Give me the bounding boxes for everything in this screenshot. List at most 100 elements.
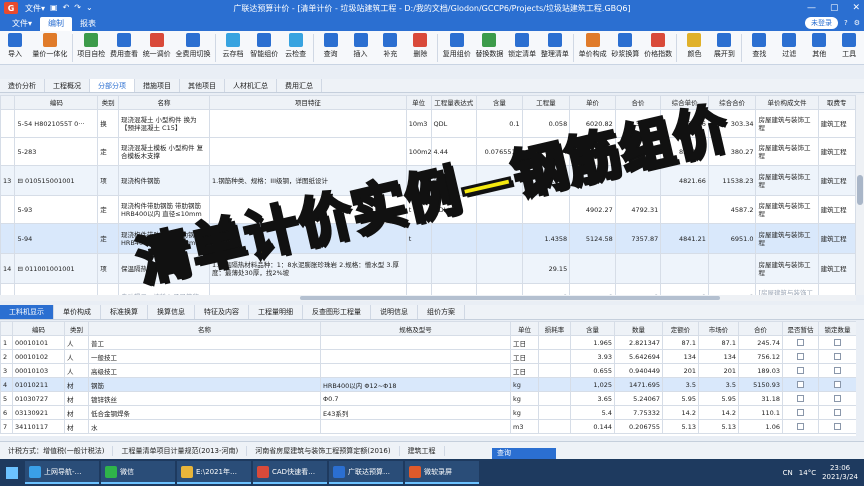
unit[interactable]: m3 <box>510 419 539 434</box>
material-spec[interactable]: HRB400以内 Φ12~Φ18 <box>320 377 511 392</box>
column-header[interactable]: 单价 <box>569 95 616 110</box>
content[interactable]: 1.965 <box>570 335 615 350</box>
tab-工料机显示[interactable]: 工料机显示 <box>0 305 54 319</box>
ribbon-button-integration[interactable]: 量价一体化 <box>30 31 70 65</box>
lock-quantity-checkbox[interactable] <box>834 395 841 402</box>
market-price[interactable]: 5.95 <box>698 391 739 406</box>
lock-quantity-cell[interactable] <box>818 391 856 406</box>
ribbon-button-cloud-check[interactable]: 云检查 <box>281 31 311 65</box>
material-row[interactable]: 1 00010101 人普工 工日 1.965 2.821347 87.1 87.1 245.7… <box>0 335 856 350</box>
content[interactable]: 5.4 <box>570 405 615 420</box>
lock-quantity-checkbox[interactable] <box>834 339 841 346</box>
column-header[interactable] <box>0 321 13 336</box>
loss-rate[interactable] <box>538 419 571 434</box>
ribbon-button-replace[interactable]: 替换数据 <box>473 31 506 65</box>
loss-rate[interactable] <box>538 349 571 364</box>
provisional-checkbox[interactable] <box>797 367 804 374</box>
total-price[interactable]: 1.06 <box>738 419 783 434</box>
column-header[interactable]: 规格及型号 <box>320 321 511 336</box>
tab-工程概况[interactable]: 工程概况 <box>45 79 90 92</box>
close-button[interactable]: ✕ <box>852 3 860 13</box>
column-header[interactable]: 含量 <box>476 95 523 110</box>
save-icon[interactable]: ▣ <box>50 3 58 14</box>
column-header[interactable]: 名称 <box>88 321 321 336</box>
quantity[interactable]: 1471.695 <box>614 377 663 392</box>
content[interactable]: 0.144 <box>570 419 615 434</box>
unit[interactable]: 工日 <box>510 335 539 350</box>
lock-quantity-checkbox[interactable] <box>834 423 841 430</box>
column-header[interactable]: 市场价 <box>698 321 739 336</box>
column-header[interactable]: 编码 <box>14 95 99 110</box>
tab-造价分析[interactable]: 造价分析 <box>0 79 45 92</box>
column-header[interactable]: 单位 <box>405 95 432 110</box>
quota-price[interactable]: 5.95 <box>662 391 699 406</box>
horizontal-scrollbar[interactable] <box>0 295 856 301</box>
tab-措施项目[interactable]: 措施项目 <box>135 79 180 92</box>
bill-item-row[interactable]: 14 ⊟ 011001001001 项保温隔热屋面 1.保温隔热材料品种：1：8水泥膨… <box>0 253 856 284</box>
help-icon[interactable]: ? <box>844 19 848 27</box>
column-header[interactable]: 类别 <box>64 321 89 336</box>
material-spec[interactable] <box>320 419 511 434</box>
provisional-checkbox[interactable] <box>797 353 804 360</box>
material-row[interactable]: 5 01030727 材镀锌铁丝 Φ0.7 kg 3.65 5.24067 5.95 5.95 3… <box>0 391 856 406</box>
input-method-indicator[interactable]: CN <box>783 469 793 477</box>
content[interactable]: 1,025 <box>570 377 615 392</box>
quantity[interactable]: 5.642694 <box>614 349 663 364</box>
ribbon-button-switch[interactable]: 全费用切换 <box>173 31 213 65</box>
weather-temperature[interactable]: 14°C <box>799 469 816 477</box>
start-button[interactable] <box>0 459 24 486</box>
item-feature[interactable] <box>209 109 407 138</box>
tab-费用汇总[interactable]: 费用汇总 <box>277 79 322 92</box>
unit[interactable]: 工日 <box>510 349 539 364</box>
loss-rate[interactable] <box>538 377 571 392</box>
content[interactable]: 3.65 <box>570 391 615 406</box>
material-row[interactable]: 4 01010211 材钢筋 HRB400以内 Φ12~Φ18 kg 1,025 1471.… <box>0 377 856 392</box>
lock-quantity-cell[interactable] <box>818 405 856 420</box>
column-header[interactable]: 定额价 <box>662 321 699 336</box>
taskbar-app[interactable]: CAD快速看… <box>253 461 327 484</box>
provisional-estimate-cell[interactable] <box>782 335 819 350</box>
quantity[interactable]: 0.206755 <box>614 419 663 434</box>
ribbon-button-organize[interactable]: 整理清单 <box>539 31 572 65</box>
tab-工程量明细[interactable]: 工程量明细 <box>249 305 303 319</box>
tab-标准换算[interactable]: 标准换算 <box>101 305 148 319</box>
ribbon-button-other[interactable]: 其他 <box>804 31 834 65</box>
column-header[interactable]: 工程量表达式 <box>430 95 478 110</box>
unit[interactable]: kg <box>510 377 539 392</box>
lock-quantity-checkbox[interactable] <box>834 367 841 374</box>
column-header[interactable]: 类别 <box>97 95 119 110</box>
tab-单价构成[interactable]: 单价构成 <box>54 305 101 319</box>
ribbon-button-cloud-save[interactable]: 云存档 <box>218 31 248 65</box>
item-name[interactable]: 现浇混凝土 小型构件 换为【预拌混凝土 C15】 <box>117 109 211 138</box>
market-price[interactable]: 87.1 <box>698 335 739 350</box>
quota-price[interactable]: 14.2 <box>662 405 699 420</box>
loss-rate[interactable] <box>538 363 571 378</box>
column-header[interactable]: 工程量 <box>521 95 571 110</box>
provisional-checkbox[interactable] <box>797 339 804 346</box>
menu-report[interactable]: 报表 <box>72 17 104 31</box>
column-header[interactable]: 取费专 <box>817 95 856 110</box>
scroll-thumb[interactable] <box>857 175 863 205</box>
material-name[interactable]: 镀锌铁丝 <box>88 391 321 406</box>
content[interactable]: 3.93 <box>570 349 615 364</box>
loss-rate[interactable] <box>538 391 571 406</box>
provisional-estimate-cell[interactable] <box>782 363 819 378</box>
tab-换算信息[interactable]: 换算信息 <box>148 305 195 319</box>
provisional-estimate-cell[interactable] <box>782 377 819 392</box>
quantity[interactable]: 0.940449 <box>614 363 663 378</box>
ribbon-button-query[interactable]: 查询 <box>316 31 346 65</box>
taskbar-app[interactable]: 上网导航-… <box>25 461 99 484</box>
lock-quantity-cell[interactable] <box>818 349 856 364</box>
quota-price[interactable]: 3.5 <box>662 377 699 392</box>
lock-quantity-cell[interactable] <box>818 419 856 434</box>
ribbon-button-smart-price[interactable]: 智能组价 <box>248 31 281 65</box>
column-header[interactable] <box>0 95 16 110</box>
ribbon-button-tools[interactable]: 工具 <box>834 31 864 65</box>
provisional-estimate-cell[interactable] <box>782 419 819 434</box>
tab-人材机汇总[interactable]: 人材机汇总 <box>225 79 277 92</box>
material-spec[interactable]: E43系列 <box>320 405 511 420</box>
total-price[interactable]: 31.18 <box>738 391 783 406</box>
provisional-checkbox[interactable] <box>797 409 804 416</box>
clock[interactable]: 23:06 2021/3/24 <box>822 464 858 482</box>
taskbar-app[interactable]: 微信 <box>101 461 175 484</box>
